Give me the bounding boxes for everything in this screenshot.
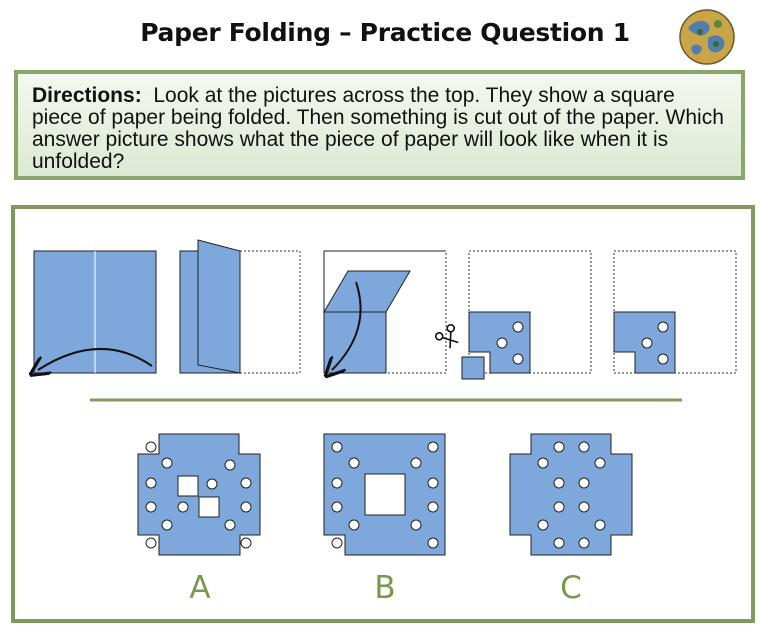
question-figures <box>0 239 737 556</box>
answer-c-figure[interactable] <box>509 433 633 556</box>
fold-step-2 <box>179 239 301 374</box>
answer-a-figure[interactable] <box>137 433 261 556</box>
fold-step-5-result <box>613 250 737 374</box>
fold-step-4-cut <box>434 250 592 380</box>
answer-b-label[interactable]: B <box>355 570 415 606</box>
fold-step-3 <box>324 250 447 373</box>
answer-b-figure[interactable] <box>323 433 446 556</box>
answer-a-label[interactable]: A <box>170 570 230 606</box>
fold-step-1 <box>34 250 157 373</box>
answer-c-label[interactable]: C <box>541 570 601 606</box>
